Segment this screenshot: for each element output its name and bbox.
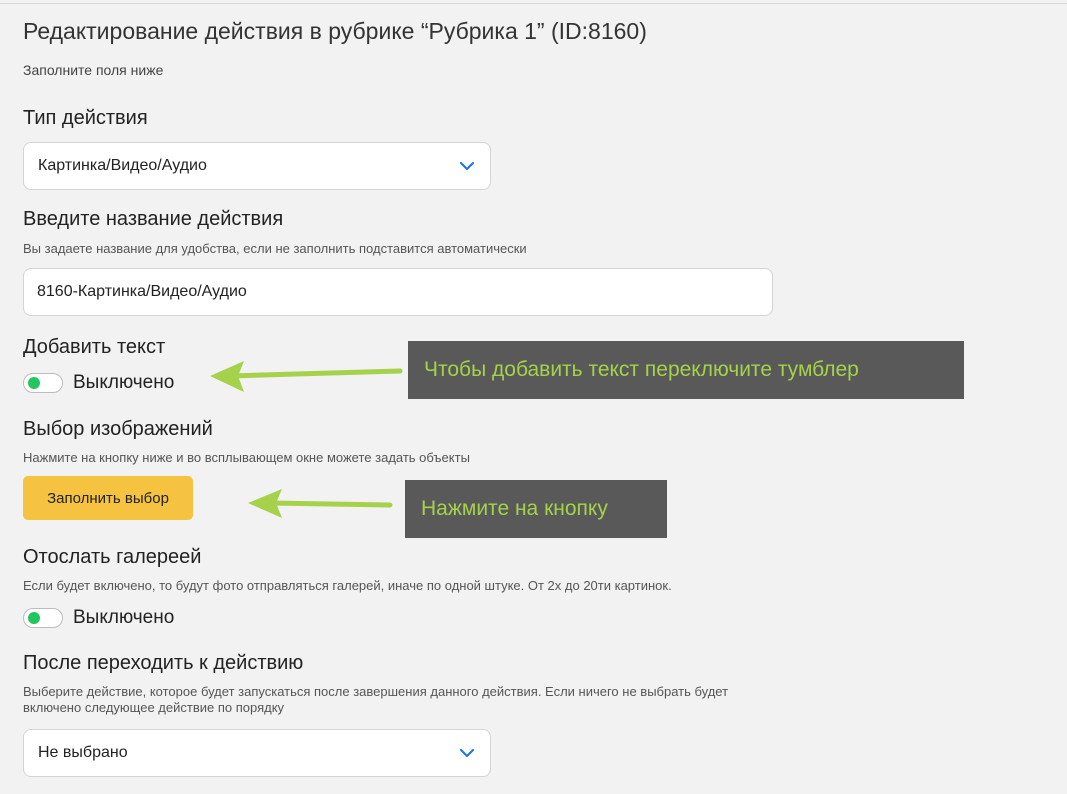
fill-selection-button[interactable]: Заполнить выбор <box>23 476 193 520</box>
action-name-label: Введите название действия <box>23 208 284 230</box>
arrow-left-icon <box>210 361 403 392</box>
button-callout: Нажмите на кнопку <box>405 480 667 538</box>
gallery-label: Отослать галереей <box>23 546 202 568</box>
image-select-hint: Нажмите на кнопку ниже и во всплывающем … <box>23 450 470 465</box>
gallery-hint: Если будет включено, то будут фото отпра… <box>23 578 672 593</box>
next-action-label: После переходить к действию <box>23 652 304 674</box>
gallery-toggle[interactable] <box>23 608 63 628</box>
next-action-hint-line1: Выберите действие, которое будет запуска… <box>23 684 729 699</box>
add-text-toggle[interactable] <box>23 373 63 393</box>
top-divider <box>0 3 1067 4</box>
action-name-input[interactable] <box>23 268 773 316</box>
gallery-toggle-row: Выключено <box>23 607 174 629</box>
add-text-toggle-state: Выключено <box>73 372 175 393</box>
action-type-value: Картинка/Видео/Аудио <box>38 157 207 174</box>
page-subtitle: Заполните поля ниже <box>23 62 164 78</box>
chevron-down-icon <box>458 744 476 762</box>
next-action-value: Не выбрано <box>38 744 128 761</box>
action-name-hint: Вы задаете название для удобства, если н… <box>23 241 527 256</box>
add-text-toggle-row: Выключено <box>23 372 174 394</box>
toggle-knob <box>28 612 40 624</box>
next-action-hint-line2: включено следующее действие по порядку <box>23 700 285 715</box>
arrow-left-icon <box>248 489 393 518</box>
action-type-select[interactable]: Картинка/Видео/Аудио <box>23 142 491 190</box>
next-action-select[interactable]: Не выбрано <box>23 729 491 777</box>
action-type-label: Тип действия <box>23 107 148 129</box>
image-select-label: Выбор изображений <box>23 418 213 440</box>
chevron-down-icon <box>458 157 476 175</box>
gallery-toggle-state: Выключено <box>73 607 175 628</box>
add-text-label: Добавить текст <box>23 336 166 358</box>
toggle-knob <box>28 377 40 389</box>
toggle-callout: Чтобы добавить текст переключите тумблер <box>408 341 964 399</box>
page-title: Редактирование действия в рубрике “Рубри… <box>23 18 647 44</box>
edit-action-page: Редактирование действия в рубрике “Рубри… <box>0 0 1067 794</box>
